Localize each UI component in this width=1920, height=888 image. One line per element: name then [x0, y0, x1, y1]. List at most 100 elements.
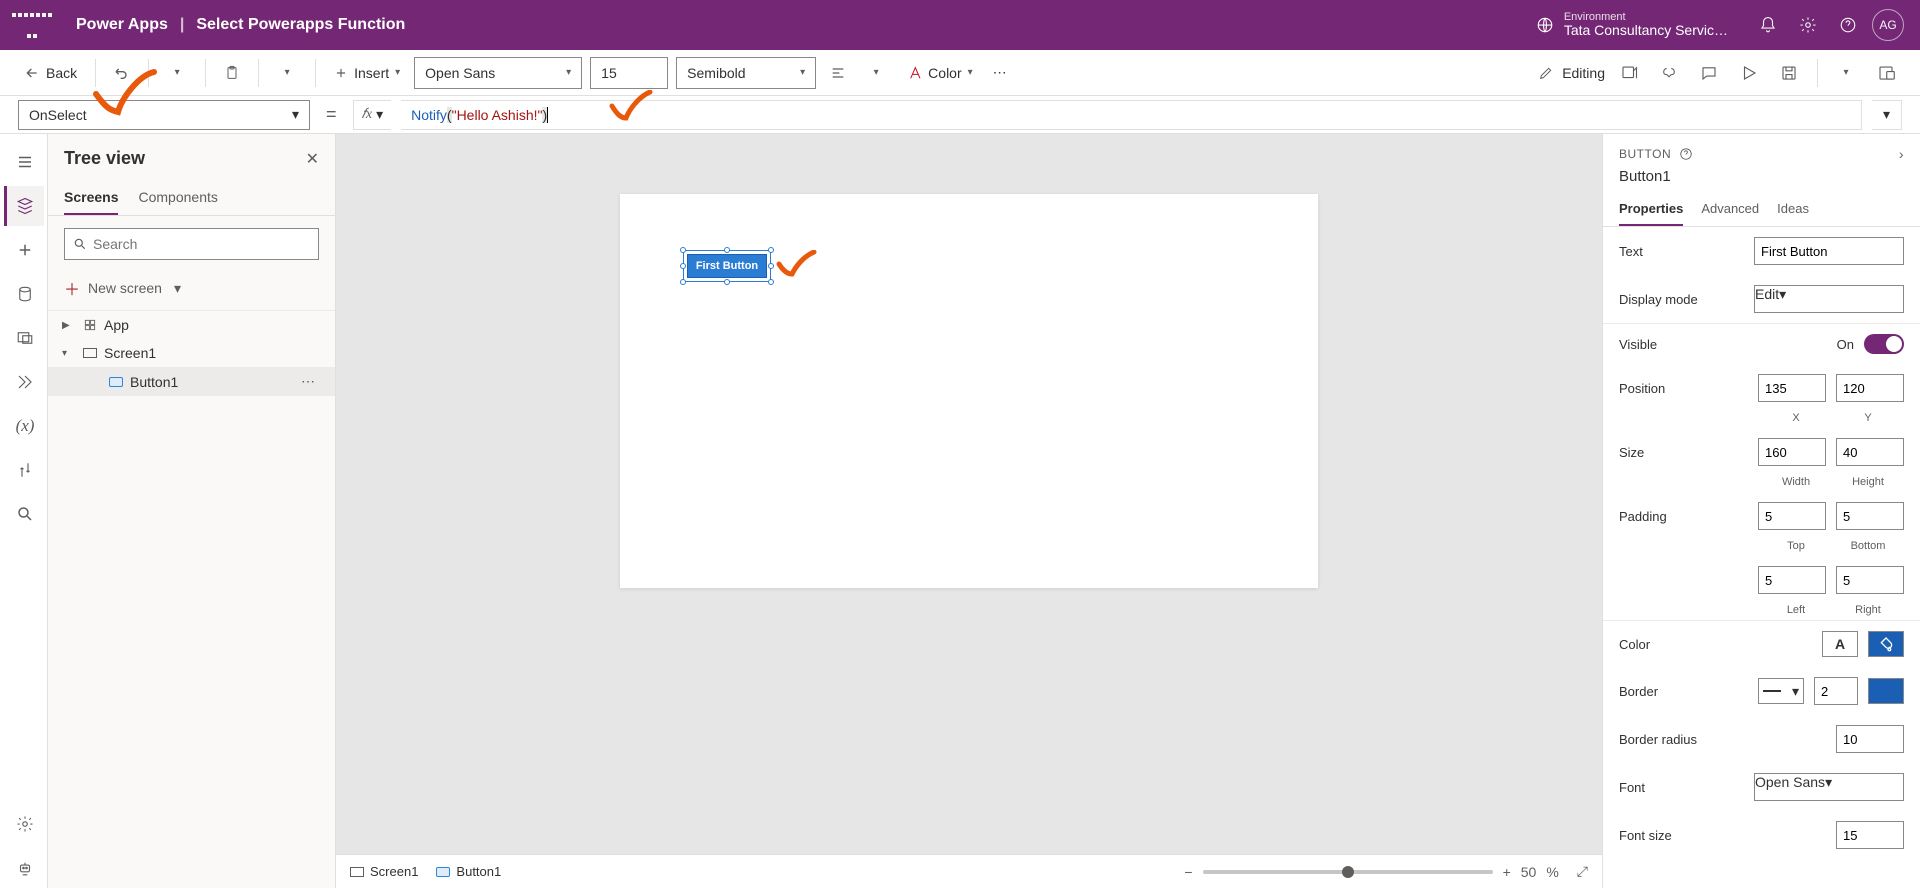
padding-left-input[interactable] — [1758, 566, 1826, 594]
tab-properties[interactable]: Properties — [1619, 193, 1683, 226]
font-select[interactable]: Open Sans▾ — [1754, 773, 1904, 801]
zoom-in[interactable]: + — [1503, 864, 1511, 880]
help-icon[interactable] — [1679, 147, 1693, 161]
property-select[interactable]: OnSelect ▾ — [18, 100, 310, 130]
save-button[interactable] — [1773, 64, 1805, 82]
font-family-select[interactable]: Open Sans ▾ — [414, 57, 582, 89]
tree-item-more[interactable]: ⋯ — [301, 373, 323, 390]
breadcrumb-button[interactable]: Button1 — [436, 864, 501, 879]
save-dropdown[interactable]: ▾ — [1830, 67, 1862, 78]
publish-button[interactable] — [1870, 64, 1902, 82]
screen-icon — [350, 867, 364, 877]
padding-bottom-input[interactable] — [1836, 502, 1904, 530]
align-button[interactable] — [824, 61, 852, 85]
color-button[interactable]: Color ▾ — [900, 61, 979, 85]
padding-label: Padding — [1619, 509, 1748, 524]
tab-screens[interactable]: Screens — [64, 181, 118, 215]
border-style-select[interactable]: ▾ — [1758, 678, 1804, 704]
canvas-area: First Button Screen1 Button1 — [336, 134, 1602, 888]
tab-ideas[interactable]: Ideas — [1777, 193, 1809, 226]
panel-expand[interactable]: › — [1899, 146, 1904, 162]
annotation-check-button — [776, 250, 818, 280]
help-icon[interactable] — [1828, 5, 1868, 45]
padding-top-input[interactable] — [1758, 502, 1826, 530]
visible-toggle[interactable] — [1864, 334, 1904, 354]
property-value: OnSelect — [29, 107, 87, 123]
rail-variables[interactable]: (x) — [4, 406, 44, 446]
visible-value: On — [1837, 337, 1854, 352]
environment-picker[interactable]: Environment Tata Consultancy Servic… — [1536, 11, 1728, 38]
main-area: (x) Tree view ✕ Screens Components ＋ — [0, 134, 1920, 888]
new-screen-button[interactable]: ＋ New screen ▾ — [48, 272, 335, 310]
rail-power-automate[interactable] — [4, 362, 44, 402]
border-color-swatch[interactable] — [1868, 678, 1904, 704]
tree-item-screen1[interactable]: ▾ Screen1 — [48, 339, 335, 367]
checker-button[interactable] — [1653, 64, 1685, 82]
more-commands[interactable]: ⋯ — [987, 60, 1015, 85]
rail-settings[interactable] — [4, 804, 44, 844]
breadcrumb-screen[interactable]: Screen1 — [350, 864, 418, 879]
formula-arg: "Hello Ashish!" — [452, 107, 543, 123]
user-avatar[interactable]: AG — [1868, 5, 1908, 45]
env-name: Tata Consultancy Servic… — [1564, 23, 1728, 38]
size-w-input[interactable] — [1758, 438, 1826, 466]
sub-left: Left — [1760, 604, 1832, 616]
rail-insert[interactable] — [4, 230, 44, 270]
zoom-out[interactable]: − — [1184, 864, 1192, 880]
design-canvas[interactable]: First Button — [620, 194, 1318, 588]
fontsize-input[interactable] — [1836, 821, 1904, 849]
position-y-input[interactable] — [1836, 374, 1904, 402]
radius-input[interactable] — [1836, 725, 1904, 753]
properties-panel: BUTTON › Button1 Properties Advanced Ide… — [1602, 134, 1920, 888]
settings-icon[interactable] — [1788, 5, 1828, 45]
text-color-swatch[interactable]: A — [1822, 631, 1858, 657]
comments-button[interactable] — [1693, 64, 1725, 82]
app-launcher-icon[interactable] — [12, 5, 52, 45]
font-weight-select[interactable]: Semibold ▾ — [676, 57, 816, 89]
tree-search-input[interactable] — [93, 236, 310, 252]
zoom-value: 50 — [1521, 864, 1537, 880]
rail-hamburger[interactable] — [4, 142, 44, 182]
notifications-icon[interactable] — [1748, 5, 1788, 45]
search-icon — [73, 237, 87, 251]
align-dropdown[interactable]: ▾ — [860, 67, 892, 78]
back-button[interactable]: Back — [18, 61, 83, 85]
paste-button[interactable] — [218, 61, 246, 85]
position-x-input[interactable] — [1758, 374, 1826, 402]
zoom-controls: − + 50 % ⤢ — [1184, 863, 1588, 880]
border-width-input[interactable] — [1814, 677, 1858, 705]
rail-media[interactable] — [4, 318, 44, 358]
close-tree-icon[interactable]: ✕ — [306, 149, 319, 169]
rail-virtual-agent[interactable] — [4, 848, 44, 888]
rail-tree-view[interactable] — [4, 186, 44, 226]
display-mode-select[interactable]: Edit▾ — [1754, 285, 1904, 313]
undo-dropdown[interactable]: ▾ — [161, 67, 193, 78]
fill-color-swatch[interactable] — [1868, 631, 1904, 657]
font-size-input[interactable]: 15 — [590, 57, 668, 89]
top-bar: Power Apps | Select Powerapps Function E… — [0, 0, 1920, 50]
text-input[interactable] — [1754, 237, 1904, 265]
text-label: Text — [1619, 244, 1744, 259]
rail-tools[interactable] — [4, 450, 44, 490]
sub-top: Top — [1760, 540, 1832, 552]
padding-right-input[interactable] — [1836, 566, 1904, 594]
selection-handles[interactable] — [683, 250, 771, 282]
button-icon — [436, 867, 450, 877]
tree-item-app[interactable]: ▶ App — [48, 311, 335, 339]
size-h-input[interactable] — [1836, 438, 1904, 466]
editing-mode[interactable]: Editing — [1538, 65, 1605, 81]
sub-bottom: Bottom — [1832, 540, 1904, 552]
paste-dropdown[interactable]: ▾ — [271, 67, 303, 78]
preview-button[interactable] — [1733, 64, 1765, 82]
fit-screen[interactable]: ⤢ — [1577, 863, 1588, 880]
tree-search[interactable] — [64, 228, 319, 260]
tree-item-button1[interactable]: Button1 ⋯ — [48, 367, 335, 396]
tab-advanced[interactable]: Advanced — [1701, 193, 1759, 226]
insert-button[interactable]: Insert ▾ — [328, 61, 406, 85]
share-button[interactable] — [1613, 64, 1645, 82]
expand-formula[interactable]: ▾ — [1872, 100, 1902, 130]
zoom-slider[interactable] — [1203, 870, 1493, 874]
rail-data[interactable] — [4, 274, 44, 314]
tab-components[interactable]: Components — [138, 181, 217, 215]
rail-search[interactable] — [4, 494, 44, 534]
